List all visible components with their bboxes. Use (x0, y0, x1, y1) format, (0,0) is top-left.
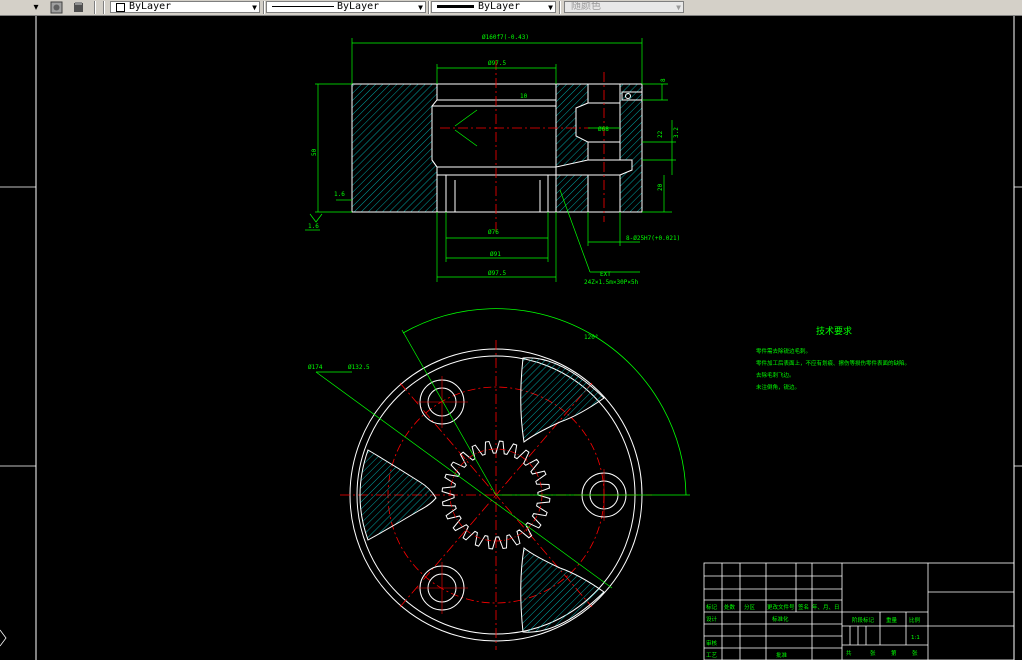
plotstyle-combo-value: 随颜色 (571, 1, 601, 12)
dim-right-bottom: 20 (657, 183, 664, 191)
tech-req-line: 零件加工后表面上，不应有划痕、擦伤等损伤零件表面的缺陷。 (756, 359, 910, 367)
tb-count: 处数 (724, 603, 736, 611)
dim-bore-low: Ø91 (490, 251, 501, 258)
lug-hatch (520, 357, 605, 443)
lineweight-sample-icon (437, 5, 474, 8)
tb-review: 审核 (706, 639, 718, 647)
tb-sheets-total: 共 (846, 649, 852, 657)
layers-icon (73, 2, 83, 12)
roughness-right: 3.2 (673, 127, 680, 138)
dim-spline-tol: Ø76 (488, 229, 499, 236)
properties-toolbar: ▾ ByLayer ▼ ByLayer ▼ ByLayer ▼ 随颜色 ▼ (0, 0, 1022, 16)
lug-hatch (359, 449, 437, 541)
tb-doc: 更改文件号 (767, 603, 795, 611)
bore-lines (432, 83, 556, 213)
tech-req-line: 未注倒角，锐边。 (756, 383, 800, 391)
tb-scale: 比例 (909, 616, 921, 624)
dim-bore-mid: Ø68 (598, 126, 609, 133)
section-hatch-right (619, 83, 643, 213)
tb-weight: 重量 (886, 616, 898, 624)
spline-lines (445, 175, 549, 212)
color-combo[interactable]: ByLayer ▼ (110, 1, 260, 13)
tb-sheets-zhang: 张 (870, 649, 876, 657)
match-properties-icon[interactable] (48, 1, 64, 14)
tb-date: 年、月、日 (812, 603, 840, 611)
chevron-down-icon: ▼ (548, 3, 553, 12)
tech-req-title: 技术要求 (816, 325, 852, 337)
dim-pcd-inner: Ø132.5 (348, 364, 370, 371)
tech-req-line: 零件需去除锐边毛刺。 (756, 347, 811, 355)
spline-callout: EXT (600, 271, 611, 278)
layer-previous-icon[interactable] (70, 1, 86, 14)
dim-overall-diameter: Ø160f7(-0.43) (482, 34, 529, 41)
tb-stage: 阶段标记 (852, 616, 875, 624)
title-block-labels: 标记 处数 分区 更改文件号 签名 年、月、日 设计 标准化 审核 工艺 批准 … (706, 603, 921, 659)
dim-height: 50 (311, 148, 318, 156)
linetype-combo[interactable]: ByLayer ▼ (266, 1, 426, 13)
plotstyle-combo: 随颜色 ▼ (564, 1, 684, 13)
tb-sheets-zhang2: 张 (912, 649, 918, 657)
dim-bore-top: Ø97.5 (488, 60, 506, 67)
plan-view: 120° Ø174 Ø132.5 (308, 308, 690, 650)
chevron-down-icon: ▼ (252, 3, 257, 12)
dim-angle: 120° (584, 334, 598, 341)
ucs-icon (0, 629, 7, 647)
chevron-down-icon: ▼ (676, 3, 681, 12)
tb-design: 设计 (706, 615, 718, 623)
lug-hatch (520, 547, 605, 633)
color-combo-value: ByLayer (129, 1, 172, 12)
dim-bore-bottom: Ø97.5 (488, 270, 506, 277)
tb-process: 工艺 (706, 652, 718, 659)
chevron-down-icon: ▼ (418, 3, 423, 12)
lineweight-combo[interactable]: ByLayer ▼ (431, 1, 556, 13)
dim-thickness: 10 (520, 93, 528, 100)
model-space-canvas[interactable]: Ø160f7(-0.43) Ø97.5 Ø68 Ø76 Ø91 Ø97.5 50… (0, 16, 1022, 660)
roughness-left: 1.6 (308, 223, 319, 230)
dropdown-arrow-icon[interactable]: ▾ (30, 1, 42, 14)
linetype-sample-icon (272, 6, 334, 7)
dim-step: 1.6 (334, 191, 345, 198)
tb-sheets-di: 第 (891, 649, 897, 657)
dim-pcd-outer: Ø174 (308, 364, 323, 371)
tb-zone: 分区 (744, 603, 756, 611)
title-block (703, 562, 1015, 660)
gear-icon (50, 1, 62, 14)
section-view: Ø160f7(-0.43) Ø97.5 Ø68 Ø76 Ø91 Ø97.5 50… (305, 34, 680, 286)
lineweight-combo-value: ByLayer (478, 1, 521, 12)
linetype-combo-value: ByLayer (337, 1, 380, 12)
technical-requirements: 技术要求 零件需去除锐边毛刺。 零件加工后表面上，不应有划痕、擦伤等损伤零件表面… (756, 325, 910, 391)
hole-callout: 8-Ø25H7(+0.021) (626, 235, 680, 242)
tb-standard: 标准化 (772, 615, 789, 623)
tb-scale-value: 1:1 (911, 635, 920, 641)
spline-code: 24Z×1.5m×30P×5h (584, 279, 639, 286)
color-swatch-icon (116, 3, 125, 12)
cavity-outline (431, 105, 438, 168)
tb-approve: 批准 (776, 651, 788, 659)
dim-right-small: 8 (660, 78, 667, 82)
section-hatch-left (351, 83, 438, 213)
dim-right-mid: 22 (657, 130, 664, 138)
tb-sign: 签名 (798, 603, 809, 611)
tb-mark: 标记 (706, 603, 718, 611)
tech-req-line: 去除毛刺飞边。 (756, 371, 795, 379)
